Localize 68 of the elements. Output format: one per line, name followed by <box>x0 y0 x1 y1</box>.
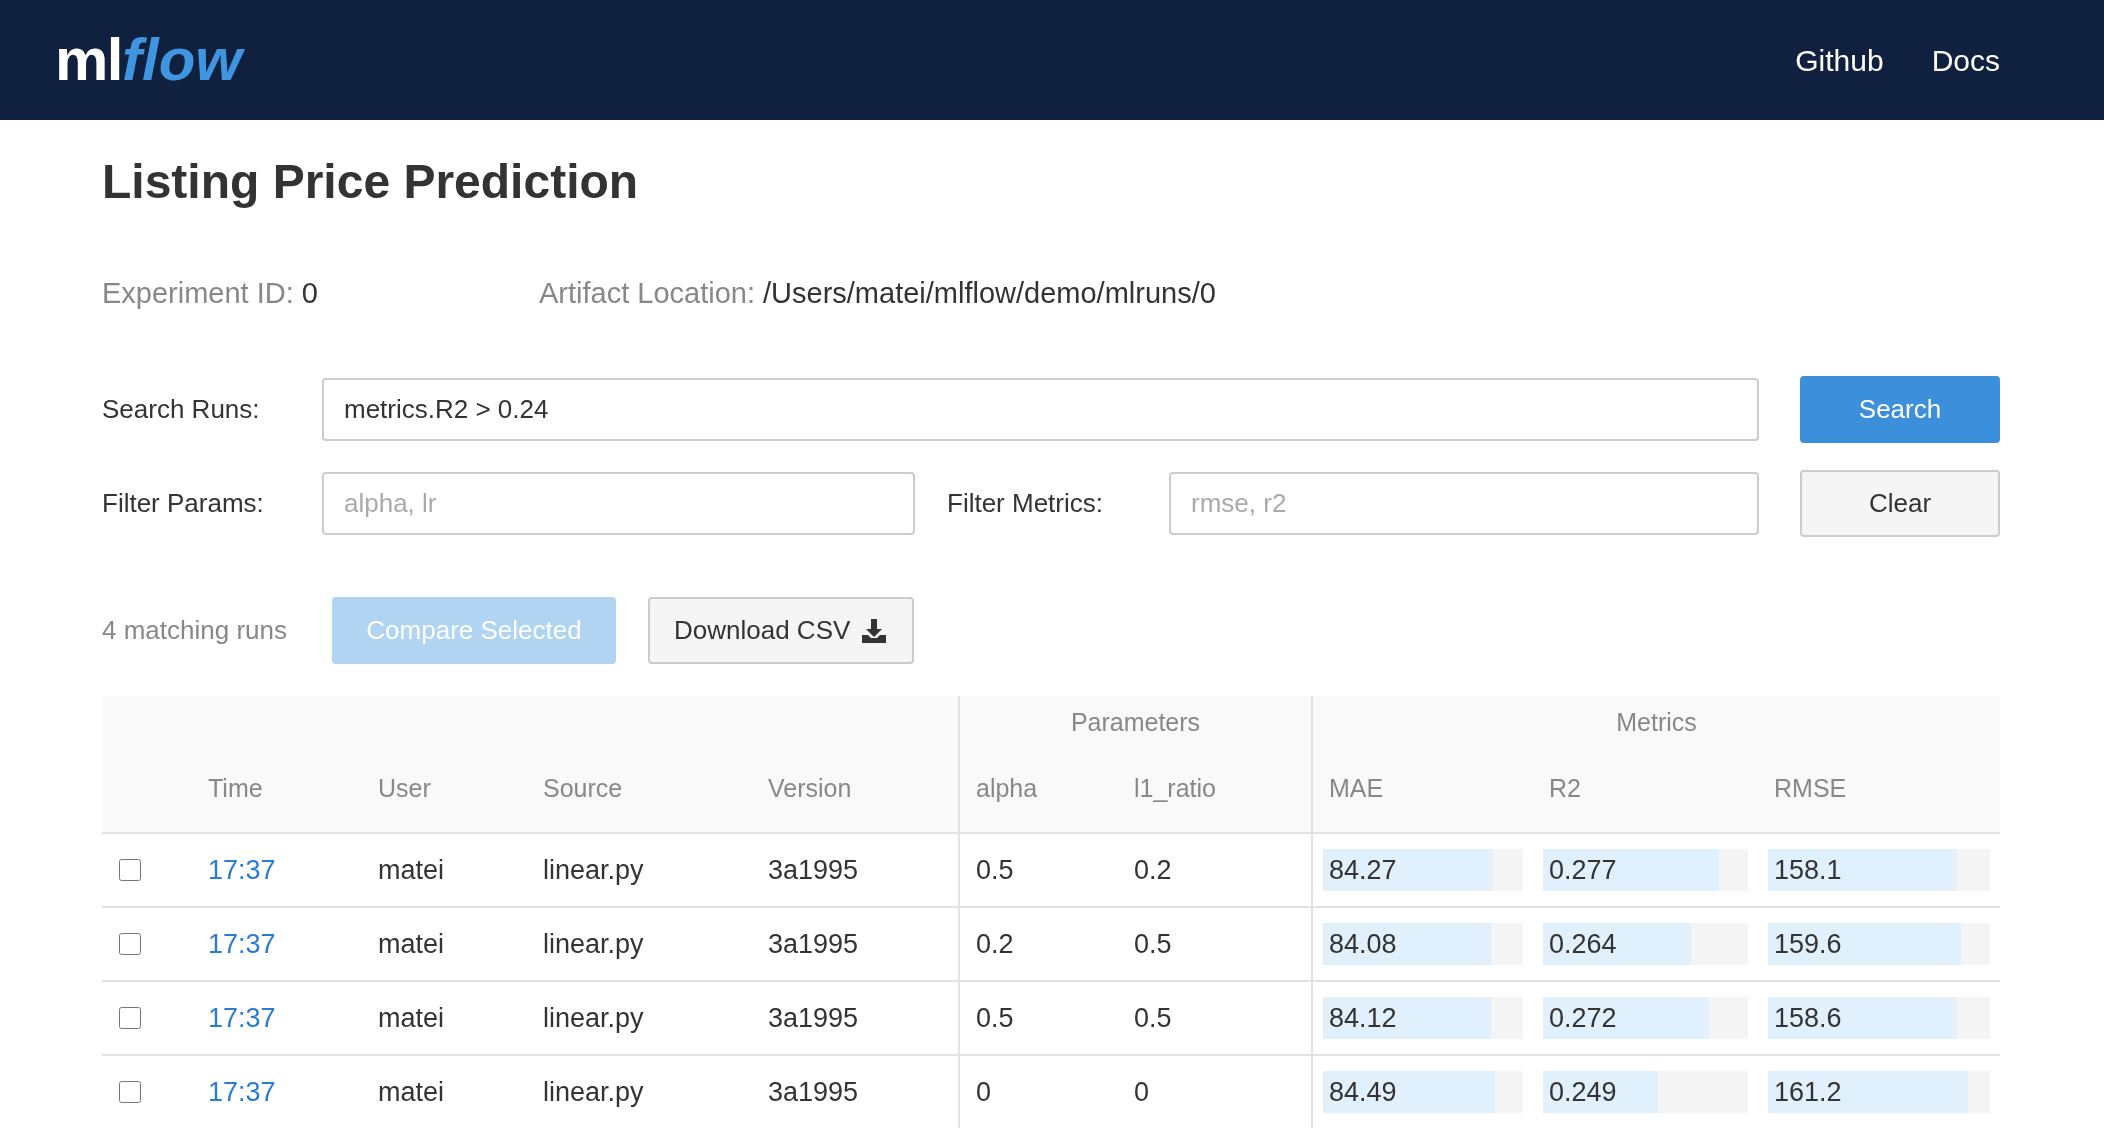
param-cell: 0 <box>958 1056 1134 1128</box>
user-cell-text: matei <box>378 1075 446 1109</box>
column-group-header: Metrics <box>1311 696 2000 746</box>
info-label: Artifact Location: <box>539 276 755 312</box>
user-cell-text: matei <box>378 853 446 887</box>
clear-button[interactable]: Clear <box>1800 470 2000 537</box>
metric-value-bar: 158.6 <box>1768 997 1957 1039</box>
column-header: Version <box>768 773 853 805</box>
row-checkbox[interactable] <box>119 859 141 881</box>
download-csv-button[interactable]: Download CSV <box>648 597 915 664</box>
column-header: R2 <box>1548 773 1582 805</box>
row-checkbox[interactable] <box>119 933 141 955</box>
info-value: 0 <box>301 276 318 312</box>
param-cell: 0.2 <box>958 908 1134 980</box>
run-time-link[interactable]: 17:37 <box>208 923 276 965</box>
filter-params-field[interactable]: alpha, lr <box>322 472 915 535</box>
version-cell-text: 3a1995 <box>768 1001 860 1035</box>
run-time-link[interactable]: 17:37 <box>208 997 276 1039</box>
user-cell-text: matei <box>378 1001 446 1035</box>
metric-value-bar: 161.2 <box>1768 1071 1968 1113</box>
param-cell: 0.5 <box>958 982 1134 1054</box>
version-cell-text: 3a1995 <box>768 927 860 961</box>
run-time-link[interactable]: 17:37 <box>208 849 276 891</box>
column-header: MAE <box>1311 746 1533 832</box>
download-icon <box>860 616 889 645</box>
version-cell-text: 3a1995 <box>768 1075 860 1109</box>
metric-value-bar: 0.272 <box>1543 997 1710 1039</box>
user-cell-text: matei <box>378 927 446 961</box>
metric-value-bar: 158.1 <box>1768 849 1957 891</box>
page-title: Listing Price Prediction <box>102 158 640 208</box>
matching-runs-count: 4 matching runs <box>102 614 288 647</box>
source-cell-text: linear.py <box>543 1001 645 1035</box>
metric-value-bar: 159.6 <box>1768 923 1962 965</box>
metric-value-bar: 84.12 <box>1323 997 1491 1039</box>
filter-metrics-label: Filter Metrics: <box>947 487 1104 520</box>
metric-value-bar: 0.249 <box>1543 1071 1658 1113</box>
param-cell: 0.5 <box>958 834 1134 906</box>
run-time-link[interactable]: 17:37 <box>208 1071 276 1113</box>
metric-value-bar: 0.277 <box>1543 849 1720 891</box>
column-header: Source <box>543 773 624 805</box>
source-cell-text: linear.py <box>543 1075 645 1109</box>
metric-value-bar: 84.49 <box>1323 1071 1495 1113</box>
metric-value-bar: 0.264 <box>1543 923 1691 965</box>
metric-value-bar: 84.27 <box>1323 849 1493 891</box>
filter-metrics-field[interactable]: rmse, r2 <box>1169 472 1759 535</box>
column-group-header: Parameters <box>958 696 1311 746</box>
param-cell-text: 0.2 <box>1134 853 1173 887</box>
column-header: RMSE <box>1773 773 1848 805</box>
param-cell-text: 0 <box>1134 1075 1151 1109</box>
info-label: Experiment ID: <box>102 276 294 312</box>
filter-params-label: Filter Params: <box>102 487 265 520</box>
row-checkbox[interactable] <box>119 1007 141 1029</box>
row-checkbox[interactable] <box>119 1081 141 1103</box>
search-label: Search Runs: <box>102 393 261 426</box>
column-header: alpha <box>958 746 1134 832</box>
nav-link[interactable]: Docs <box>1931 37 2000 83</box>
column-header: User <box>378 773 432 805</box>
search-field[interactable]: metrics.R2 > 0.24 <box>322 378 1759 441</box>
param-cell-text: 0.5 <box>1134 927 1173 961</box>
column-header: Time <box>208 773 264 805</box>
nav-link[interactable]: Github <box>1795 37 1884 83</box>
info-value: /Users/matei/mlflow/demo/mlruns/0 <box>763 276 1216 312</box>
metric-value-bar: 84.08 <box>1323 923 1491 965</box>
source-cell-text: linear.py <box>543 927 645 961</box>
version-cell-text: 3a1995 <box>768 853 860 887</box>
param-cell-text: 0.5 <box>1134 1001 1173 1035</box>
column-header: l1_ratio <box>1134 773 1217 805</box>
source-cell-text: linear.py <box>543 853 645 887</box>
